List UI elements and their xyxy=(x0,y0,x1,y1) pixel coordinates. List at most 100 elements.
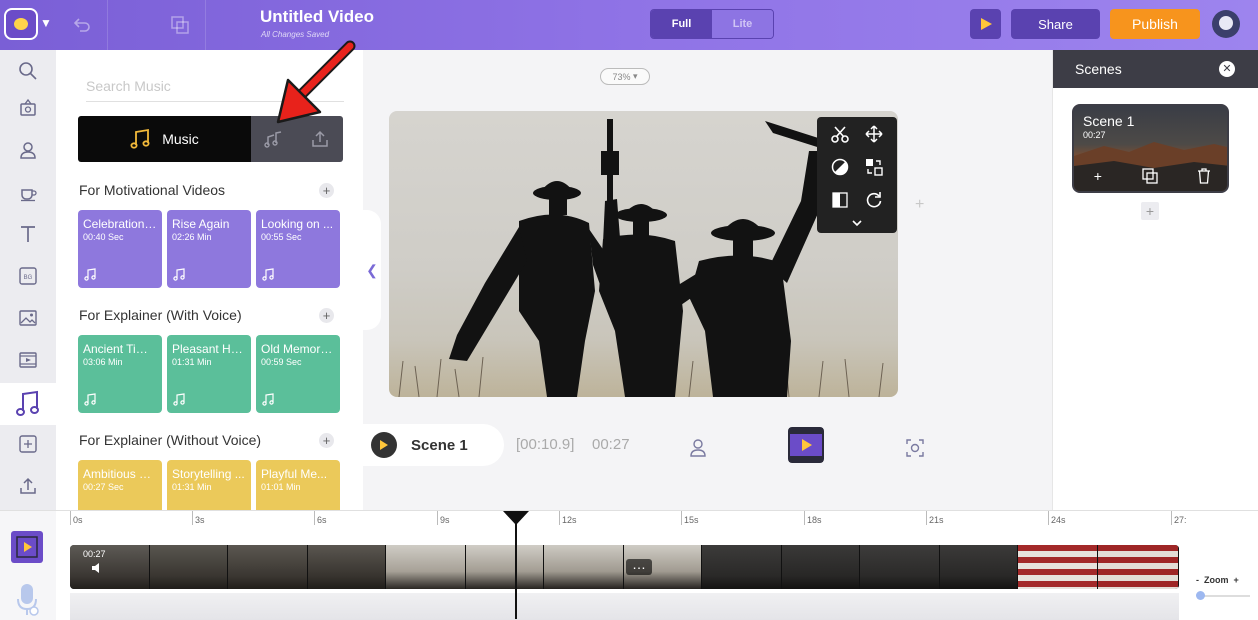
color-button[interactable] xyxy=(827,154,853,180)
close-scenes-button[interactable]: ✕ xyxy=(1219,61,1235,77)
collapse-panel-button[interactable]: ❮ xyxy=(363,210,381,330)
ruler-tick xyxy=(559,511,560,525)
zoom-out-button[interactable]: - xyxy=(1196,575,1199,585)
track-card[interactable]: Ambitious D... 00:27 Sec xyxy=(78,460,162,510)
current-time: [00:10.9] xyxy=(516,436,575,453)
microphone-icon[interactable] xyxy=(16,583,40,617)
track-card[interactable]: Looking on ... 00:55 Sec xyxy=(256,210,340,288)
camera-focus-icon xyxy=(906,439,924,457)
text-icon xyxy=(21,226,35,242)
video-scene-button[interactable] xyxy=(788,427,824,463)
upload-icon xyxy=(20,477,36,494)
duplicate-icon[interactable] xyxy=(1141,168,1158,184)
rail-images[interactable] xyxy=(0,297,56,339)
character-button[interactable] xyxy=(680,430,716,466)
track-name: Ancient Times xyxy=(83,342,157,356)
volume-icon[interactable] xyxy=(91,562,103,574)
total-time: 00:27 xyxy=(592,436,630,453)
scene-card-actions: + xyxy=(1074,165,1227,187)
add-new-scene-button[interactable]: + xyxy=(1141,202,1159,220)
image-icon xyxy=(19,310,37,326)
rail-characters[interactable] xyxy=(0,129,56,171)
background-icon: BG xyxy=(19,267,37,285)
canvas-zoom-select[interactable]: 73% ▾ xyxy=(600,68,650,85)
move-button[interactable] xyxy=(861,121,887,147)
section-add-button[interactable]: + xyxy=(319,433,334,448)
mode-lite-button[interactable]: Lite xyxy=(712,10,773,38)
tab-music[interactable]: Music xyxy=(78,116,251,162)
character-icon xyxy=(690,439,706,457)
rail-background[interactable]: BG xyxy=(0,255,56,297)
section-add-button[interactable]: + xyxy=(319,308,334,323)
track-card[interactable]: Old Memories 00:59 Sec xyxy=(256,335,340,413)
rail-music[interactable] xyxy=(0,383,56,425)
trash-icon[interactable] xyxy=(1197,168,1211,184)
playhead[interactable] xyxy=(515,515,517,619)
track-card[interactable]: Playful Me... 01:01 Min xyxy=(256,460,340,510)
search-icon xyxy=(19,62,37,80)
scene-label: Scene 1 xyxy=(411,436,468,454)
swap-button[interactable] xyxy=(861,154,887,180)
scenes-title: Scenes xyxy=(1075,61,1122,77)
add-scene-button[interactable]: + xyxy=(1094,168,1102,184)
chevron-down-icon xyxy=(852,220,862,227)
props-icon xyxy=(21,189,37,202)
timeline: 0s 3s 6s 9s 12s 15s 18s 21s 24s 27: 00:2… xyxy=(0,510,1258,620)
share-button[interactable]: Share xyxy=(1011,9,1100,39)
cut-button[interactable] xyxy=(827,121,853,147)
more-tools-button[interactable] xyxy=(844,215,870,231)
stickers-icon xyxy=(20,98,36,116)
rail-stickers[interactable] xyxy=(0,87,56,129)
timeline-video-button[interactable] xyxy=(11,531,43,563)
ruler-label: 15s xyxy=(684,515,699,525)
strip-thumbnail xyxy=(702,545,782,589)
upload-icon xyxy=(312,130,328,147)
section-title: For Explainer (With Voice) xyxy=(79,307,242,323)
rail-props[interactable] xyxy=(0,171,56,213)
strip-more-button[interactable]: … xyxy=(626,557,652,575)
user-avatar[interactable] xyxy=(1212,10,1240,38)
strip-thumbnail xyxy=(466,545,544,589)
app-logo-icon[interactable] xyxy=(4,8,38,40)
video-icon xyxy=(16,536,38,558)
track-card[interactable]: Celebration ... 00:40 Sec xyxy=(78,210,162,288)
scene-card[interactable]: Scene 1 00:27 + xyxy=(1072,104,1229,193)
flip-button[interactable] xyxy=(827,187,853,213)
scene-play-button[interactable] xyxy=(371,432,397,458)
music-note-icon xyxy=(84,268,96,281)
rail-video[interactable] xyxy=(0,339,56,381)
preview-button[interactable] xyxy=(970,9,1001,39)
duplicate-button[interactable] xyxy=(154,0,206,50)
video-track-strip[interactable]: 00:27 … xyxy=(70,545,1179,589)
track-card[interactable]: Pleasant Ha... 01:31 Min xyxy=(167,335,251,413)
track-card[interactable]: Storytelling ... 01:31 Min xyxy=(167,460,251,510)
rail-text[interactable] xyxy=(0,213,56,255)
music-list-icon xyxy=(264,131,282,148)
track-duration: 01:01 Min xyxy=(261,482,301,492)
track-card[interactable]: Rise Again 02:26 Min xyxy=(167,210,251,288)
mode-full-button[interactable]: Full xyxy=(651,10,712,38)
track-name: Looking on ... xyxy=(261,217,334,231)
play-icon xyxy=(980,18,992,30)
rotate-button[interactable] xyxy=(861,187,887,213)
rail-search[interactable] xyxy=(0,50,56,92)
chevron-down-icon[interactable]: ▼ xyxy=(40,16,52,30)
undo-button[interactable] xyxy=(56,0,108,50)
rail-upload[interactable] xyxy=(0,465,56,507)
publish-button[interactable]: Publish xyxy=(1110,9,1200,39)
track-duration: 00:59 Sec xyxy=(261,357,302,367)
add-element-button[interactable]: + xyxy=(915,196,924,214)
video-title[interactable]: Untitled Video xyxy=(260,7,374,27)
playhead-handle[interactable] xyxy=(503,511,529,525)
track-card[interactable]: Ancient Times 03:06 Min xyxy=(78,335,162,413)
section-title: For Explainer (Without Voice) xyxy=(79,432,262,448)
zoom-slider[interactable] xyxy=(1198,595,1250,597)
section-add-button[interactable]: + xyxy=(319,183,334,198)
top-bar: ▼ Untitled Video All Changes Saved Full … xyxy=(0,0,1258,50)
tab-music-label: Music xyxy=(162,131,199,147)
audio-track-row[interactable] xyxy=(70,593,1179,620)
zoom-in-button[interactable]: + xyxy=(1234,575,1239,585)
zoom-slider-handle[interactable] xyxy=(1196,591,1205,600)
rail-effects[interactable] xyxy=(0,423,56,465)
screenshot-button[interactable] xyxy=(897,430,933,466)
